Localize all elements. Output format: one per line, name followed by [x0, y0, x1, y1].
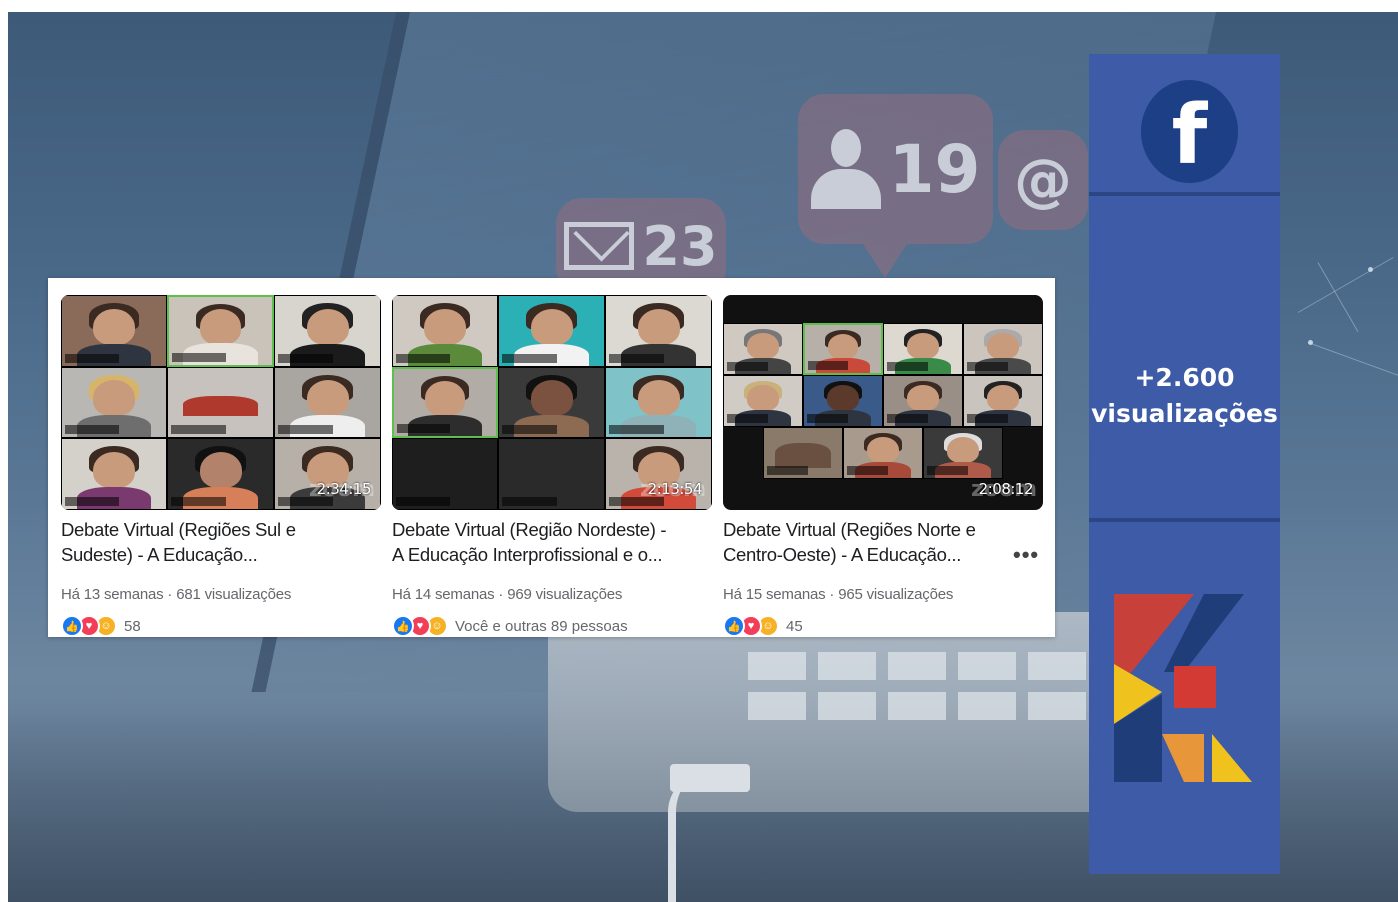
video-meta: Há 13 semanas · 681 visualizações [61, 586, 292, 603]
reaction-count[interactable]: 45 [786, 618, 803, 635]
video-meta: Há 15 semanas · 965 visualizações [723, 586, 954, 603]
video-title[interactable]: Debate Virtual (Regiões Norte e Centro-O… [723, 517, 1023, 567]
more-options-icon[interactable]: ••• [1013, 542, 1039, 568]
person-icon [810, 129, 881, 209]
video-thumbnail[interactable]: zoom 2:13:54 [392, 295, 712, 510]
views-number: +2.600 [1134, 363, 1235, 392]
participant-tile [61, 295, 167, 367]
cable [668, 772, 718, 902]
panel-divider [1089, 192, 1280, 196]
video-duration: 2:13:54 [647, 480, 703, 498]
participant-tile [167, 295, 274, 367]
video-duration: 2:34:15 [316, 480, 372, 498]
video-thumbnail[interactable]: zoom 2:34:15 [61, 295, 381, 510]
network-dot [1368, 267, 1373, 272]
video-title[interactable]: Debate Virtual (Regiões Sul e Sudeste) -… [61, 517, 361, 567]
facebook-icon[interactable]: f [1141, 80, 1238, 183]
participant-tile [923, 427, 1003, 479]
friends-count: 19 [888, 130, 981, 208]
video-duration: 2:08:12 [978, 480, 1034, 498]
like-icon: 👍 [61, 615, 83, 637]
views-label: visualizações [1091, 399, 1278, 428]
participant-tile [723, 375, 803, 427]
video-item[interactable]: zoom 2:13:54 Debate Virtual (Região Nord… [392, 295, 712, 637]
video-title[interactable]: Debate Virtual (Região Nordeste) - A Edu… [392, 517, 692, 567]
reactions[interactable]: 👍 ♥ ☺ 58 [61, 615, 141, 637]
participant-tile [498, 367, 605, 438]
video-title-line[interactable]: Debate Virtual (Regiões Norte e [723, 517, 1023, 542]
participant-tile [274, 367, 381, 438]
participant-tile [883, 323, 963, 375]
participant-tile [61, 367, 167, 438]
participant-tile [605, 295, 712, 367]
video-title-line[interactable]: Centro-Oeste) - A Educação... [723, 542, 1023, 567]
network-dot [1308, 340, 1313, 345]
network-line [1307, 342, 1398, 378]
at-symbol: @ [1014, 146, 1072, 214]
video-title-line[interactable]: Debate Virtual (Região Nordeste) - [392, 517, 692, 542]
participant-tile [803, 323, 883, 375]
video-card: zoom 2:34:15 Debate Virtual (Regiões Sul… [48, 278, 1055, 637]
logo [1114, 594, 1252, 782]
reactions[interactable]: 👍 ♥ ☺ 45 [723, 615, 803, 637]
reactions[interactable]: 👍 ♥ ☺ Você e outras 89 pessoas [392, 615, 628, 637]
participant-tile [274, 295, 381, 367]
participant-tile [392, 367, 498, 438]
keyboard-row [748, 692, 1108, 720]
views-counter: +2.600 visualizações [1089, 360, 1280, 432]
participant-tile [723, 323, 803, 375]
video-meta: Há 14 semanas · 969 visualizações [392, 586, 623, 603]
logo-shape-yellow-right [1212, 734, 1252, 782]
participant-tile [392, 295, 498, 367]
mail-count: 23 [642, 214, 718, 278]
at-bubble: @ [998, 130, 1088, 230]
participant-tile [963, 323, 1043, 375]
video-title-line[interactable]: A Educação Interprofissional e o... [392, 542, 692, 567]
participant-tile [963, 375, 1043, 427]
like-icon: 👍 [723, 615, 745, 637]
keyboard-row [748, 652, 1108, 680]
video-thumbnail[interactable]: zoom 2:08:12 [723, 295, 1043, 510]
facebook-letter: f [1171, 88, 1208, 183]
participant-tile [498, 295, 605, 367]
video-item[interactable]: zoom 2:08:12 Debate Virtual (Regiões Nor… [723, 295, 1043, 637]
video-item[interactable]: zoom 2:34:15 Debate Virtual (Regiões Sul… [61, 295, 381, 637]
reaction-count[interactable]: 58 [124, 618, 141, 635]
participant-tile [61, 438, 167, 510]
participant-tile [498, 438, 605, 510]
video-title-line[interactable]: Debate Virtual (Regiões Sul e [61, 517, 361, 542]
participant-tile [167, 367, 274, 438]
participant-tile [883, 375, 963, 427]
panel-divider [1089, 518, 1280, 522]
mail-icon [564, 222, 635, 270]
bubble-tail [863, 244, 907, 278]
participant-tile [167, 438, 274, 510]
reaction-count[interactable]: Você e outras 89 pessoas [455, 618, 628, 635]
participant-tile [843, 427, 923, 479]
friends-bubble: 19 [798, 94, 993, 244]
logo-square-red [1174, 666, 1216, 708]
like-icon: 👍 [392, 615, 414, 637]
logo-shape-orange [1162, 734, 1204, 782]
participant-tile [605, 367, 712, 438]
network-line [1297, 257, 1394, 313]
participant-tile [803, 375, 883, 427]
participant-tile [392, 438, 498, 510]
video-title-line[interactable]: Sudeste) - A Educação... [61, 542, 361, 567]
participant-tile [763, 427, 843, 479]
